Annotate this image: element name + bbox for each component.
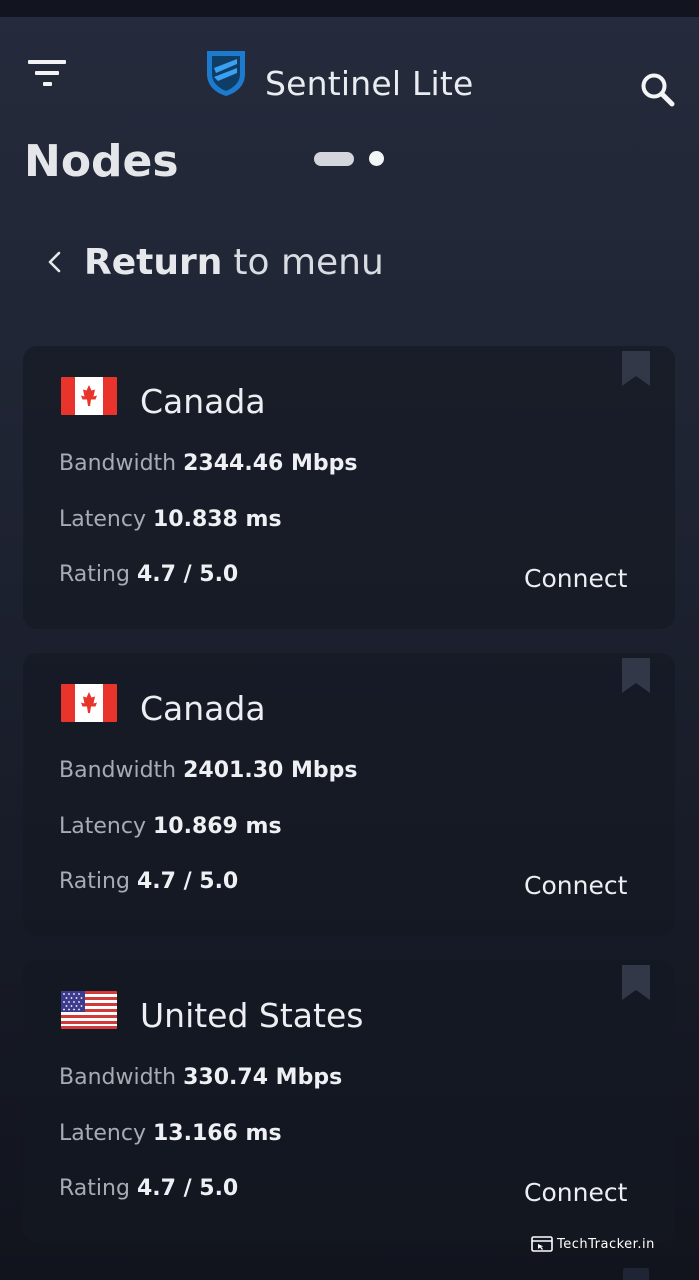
return-label: Return [84,241,223,283]
page-indicator[interactable] [314,151,386,167]
bookmark-icon[interactable] [621,658,651,694]
return-to-menu-link[interactable]: Return to menu [40,238,384,286]
bandwidth-value: 330.74 Mbps [183,1065,343,1090]
latency-label: Latency [59,1121,146,1146]
node-card: United States Bandwidth 330.74 Mbps Late… [23,960,675,1243]
next-card-bookmark-peek [623,1268,649,1280]
page-indicator-dot[interactable] [369,151,384,166]
bandwidth-label: Bandwidth [59,758,177,783]
bookmark-icon[interactable] [621,965,651,1001]
page-indicator-active[interactable] [314,152,354,166]
app-title: Sentinel Lite [265,64,474,103]
us-flag-icon [61,991,117,1029]
country-name: United States [140,996,364,1035]
connect-button[interactable]: Connect [524,871,627,900]
page-title: Nodes [24,136,179,187]
rating-label: Rating [59,1176,130,1201]
to-menu-label: to menu [233,241,384,283]
latency-row: Latency 10.838 ms [59,507,282,532]
rating-label: Rating [59,562,130,587]
rating-row: Rating 4.7 / 5.0 [59,869,238,894]
bookmark-icon[interactable] [621,351,651,387]
app-header: Sentinel Lite [0,17,699,127]
connect-button[interactable]: Connect [524,564,627,593]
rating-value: 4.7 / 5.0 [136,869,239,894]
filter-menu-icon[interactable] [28,59,68,87]
watermark-text: TechTracker.in [557,1236,655,1252]
rating-value: 4.7 / 5.0 [136,1176,239,1201]
rating-row: Rating 4.7 / 5.0 [59,1176,238,1201]
latency-label: Latency [59,507,146,532]
connect-button[interactable]: Connect [524,1178,627,1207]
latency-value: 10.869 ms [152,814,282,839]
bandwidth-row: Bandwidth 330.74 Mbps [59,1065,342,1090]
status-bar [0,0,699,17]
rating-value: 4.7 / 5.0 [136,562,239,587]
canada-flag-icon [61,377,117,415]
bandwidth-row: Bandwidth 2344.46 Mbps [59,451,357,476]
node-card: Canada Bandwidth 2401.30 Mbps Latency 10… [23,653,675,936]
bandwidth-label: Bandwidth [59,1065,177,1090]
shield-logo-icon [204,48,248,98]
rating-row: Rating 4.7 / 5.0 [59,562,238,587]
latency-value: 13.166 ms [152,1121,282,1146]
bandwidth-label: Bandwidth [59,451,177,476]
country-name: Canada [140,689,266,728]
watermark: TechTracker.in [531,1236,655,1252]
latency-row: Latency 10.869 ms [59,814,282,839]
latency-value: 10.838 ms [152,507,282,532]
rating-label: Rating [59,869,130,894]
bandwidth-value: 2401.30 Mbps [183,758,358,783]
canada-flag-icon [61,684,117,722]
latency-label: Latency [59,814,146,839]
latency-row: Latency 13.166 ms [59,1121,282,1146]
browser-window-icon [531,1236,553,1252]
country-name: Canada [140,382,266,421]
search-icon[interactable] [640,72,676,108]
node-card: Canada Bandwidth 2344.46 Mbps Latency 10… [23,346,675,629]
bandwidth-row: Bandwidth 2401.30 Mbps [59,758,357,783]
bandwidth-value: 2344.46 Mbps [183,451,358,476]
chevron-left-icon [48,251,61,273]
